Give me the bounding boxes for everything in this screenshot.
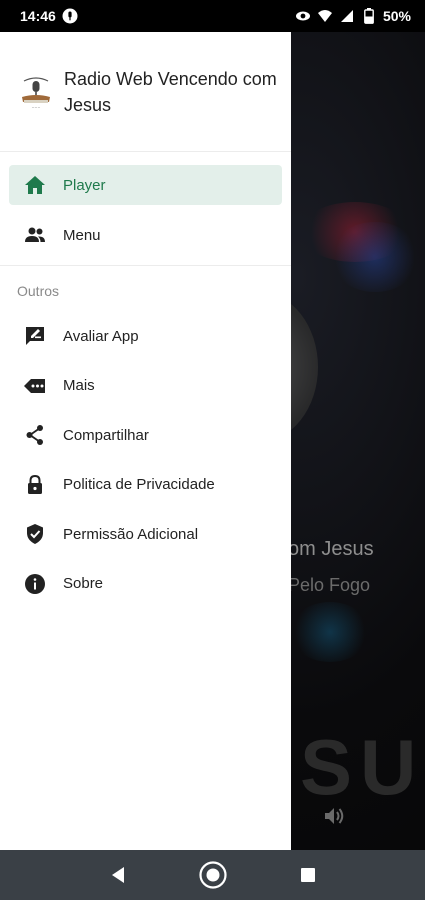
bg-glow xyxy=(330,222,420,292)
status-left: 14:46 xyxy=(20,8,78,24)
info-icon xyxy=(23,572,47,596)
status-bar: 14:46 50% xyxy=(0,0,425,32)
lock-icon xyxy=(23,473,47,497)
shield-check-icon xyxy=(23,522,47,546)
home-button-icon[interactable] xyxy=(197,859,229,891)
svg-text:~~~: ~~~ xyxy=(32,105,41,109)
nav-item-menu[interactable]: Menu xyxy=(9,215,282,255)
status-right: 50% xyxy=(295,8,411,24)
nav-item-label: Sobre xyxy=(63,575,104,593)
home-icon xyxy=(23,173,47,197)
bg-glow xyxy=(290,602,370,662)
navigation-drawer: ~~~ Radio Web Vencendo com Jesus Player … xyxy=(0,32,291,850)
eye-icon xyxy=(295,8,311,24)
app-logo: ~~~ xyxy=(18,74,54,110)
nav-item-label: Permissão Adicional xyxy=(63,525,199,543)
nav-item-label: Avaliar App xyxy=(63,327,139,345)
section-label-outros: Outros xyxy=(17,283,60,299)
nav-item-label: Player xyxy=(63,176,106,194)
app-title: Radio Web Vencendo com Jesus xyxy=(64,68,277,115)
volume-icon[interactable] xyxy=(322,804,346,828)
people-icon xyxy=(23,223,47,247)
status-time: 14:46 xyxy=(20,8,56,24)
nav-item-sobre[interactable]: Sobre xyxy=(9,564,282,604)
back-icon[interactable] xyxy=(102,859,134,891)
nav-item-player[interactable]: Player xyxy=(9,165,282,205)
station-title: om Jesus xyxy=(288,538,374,560)
nav-item-avaliar-app[interactable]: Avaliar App xyxy=(9,316,282,356)
nav-item-mais[interactable]: Mais xyxy=(9,366,282,406)
mic-icon xyxy=(62,8,78,24)
cover-text: SUS xyxy=(300,723,425,811)
nav-item-label: Compartilhar xyxy=(63,426,149,444)
wifi-icon xyxy=(317,8,333,24)
nav-item-label: Menu xyxy=(63,226,101,244)
rate-review-icon xyxy=(23,324,47,348)
primary-nav: Player Menu xyxy=(0,152,291,266)
nav-item-permissao[interactable]: Permissão Adicional xyxy=(9,514,282,554)
system-nav-bar xyxy=(0,850,425,900)
more-tag-icon xyxy=(23,374,47,398)
nav-item-label: Politica de Privacidade xyxy=(63,476,215,494)
other-nav: Avaliar App Mais Compartilhar Politica d… xyxy=(0,316,291,604)
signal-icon xyxy=(339,8,355,24)
track-title: Pelo Fogo xyxy=(288,575,371,595)
nav-item-label: Mais xyxy=(63,377,95,395)
battery-percent: 50% xyxy=(382,8,411,24)
drawer-header: ~~~ Radio Web Vencendo com Jesus xyxy=(0,32,291,152)
nav-item-compartilhar[interactable]: Compartilhar xyxy=(9,415,282,455)
recents-icon[interactable] xyxy=(292,859,324,891)
share-icon xyxy=(23,423,47,447)
nav-item-politica[interactable]: Politica de Privacidade xyxy=(9,465,282,505)
battery-icon xyxy=(361,8,377,24)
